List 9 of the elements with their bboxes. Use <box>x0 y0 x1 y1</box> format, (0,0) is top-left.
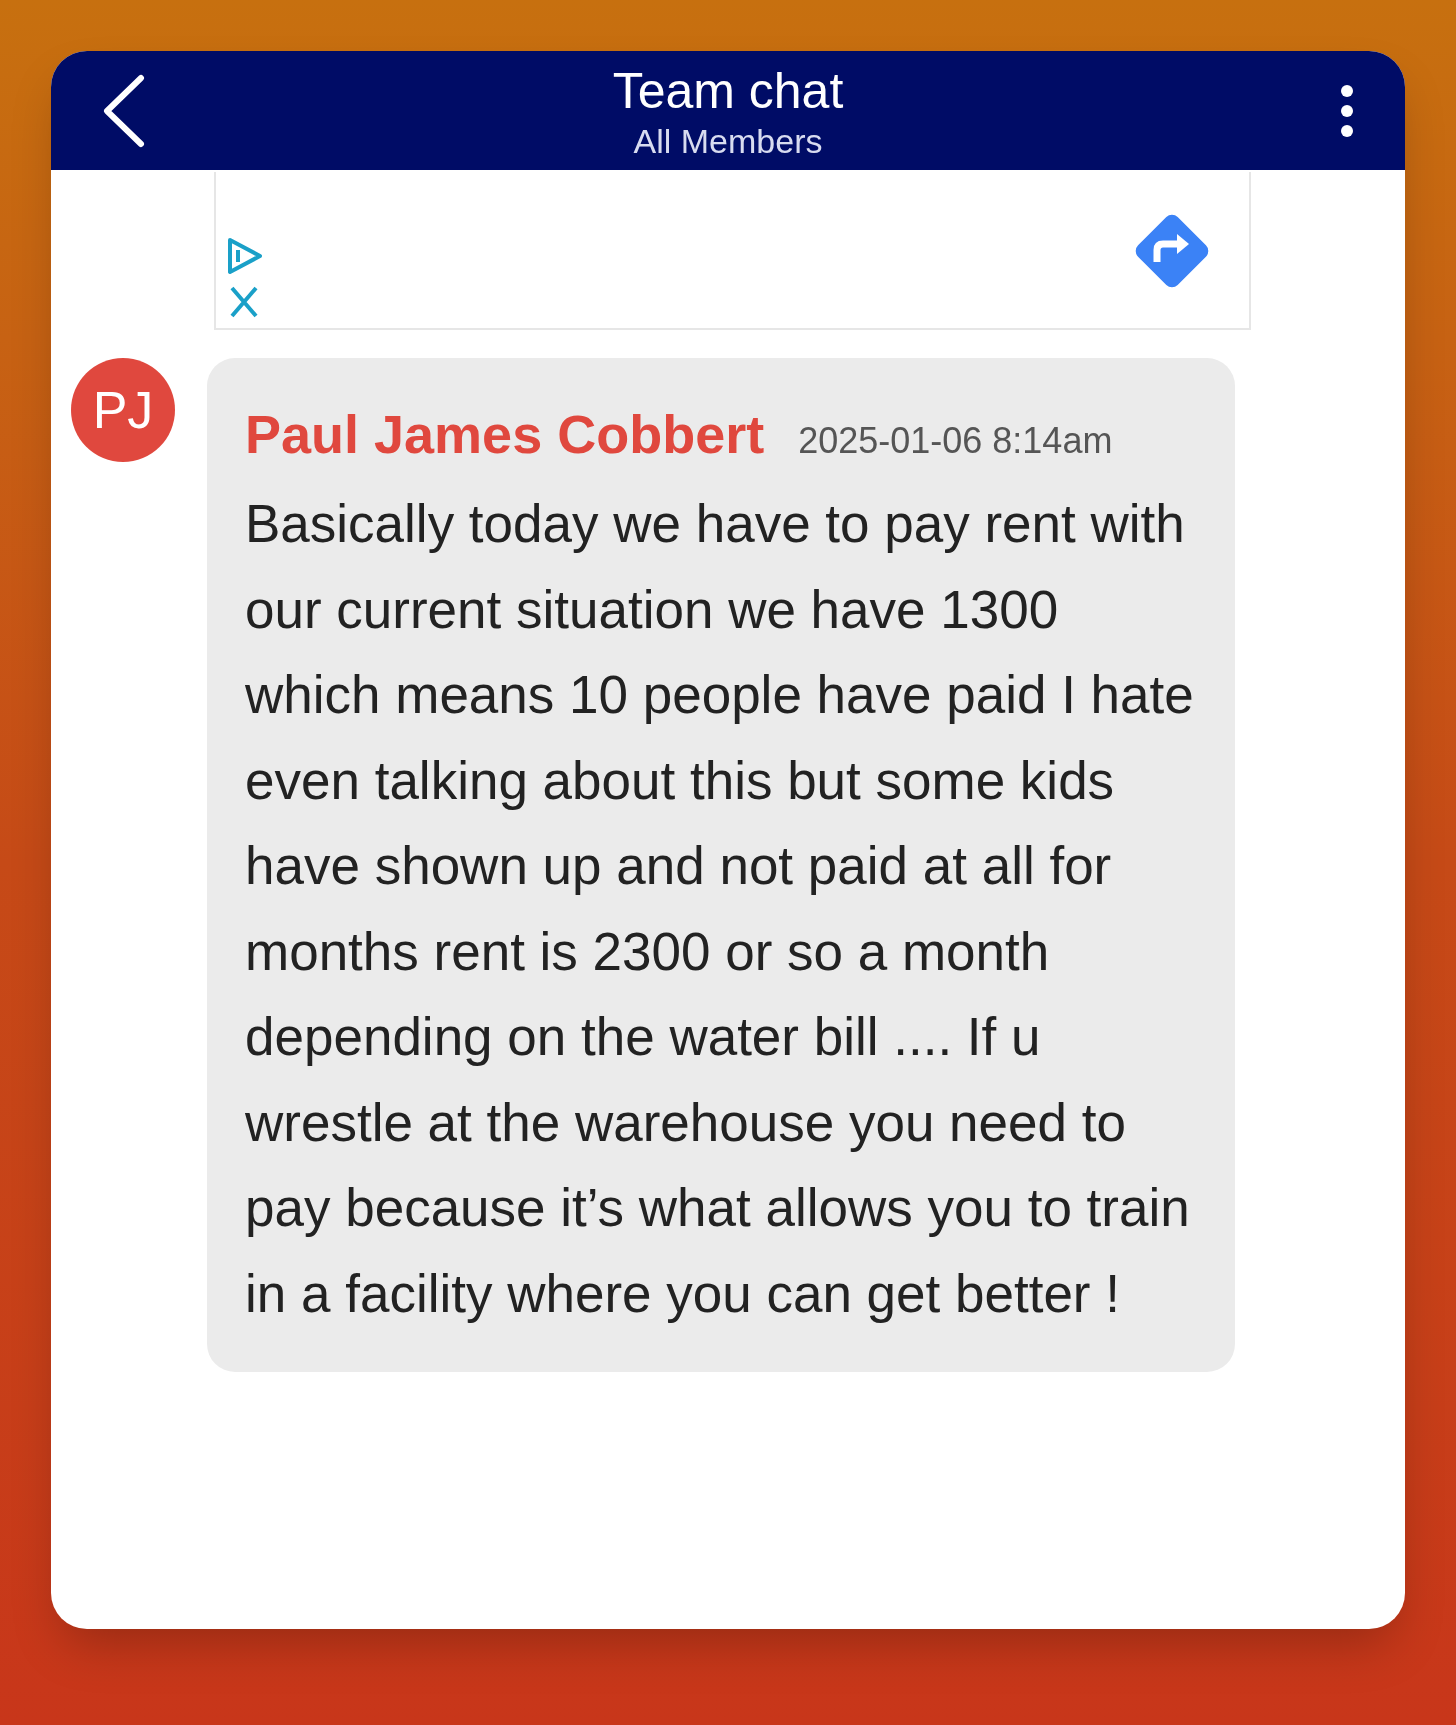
chat-title: Team chat <box>612 61 844 121</box>
back-icon <box>101 73 145 148</box>
message-time: 2025-01-06 8:14am <box>798 419 1113 463</box>
avatar: PJ <box>71 358 175 462</box>
author-name[interactable]: Paul James Cobbert <box>245 394 765 475</box>
message-text: Basically today we have to pay rent with our current situation we have 1300 which means 10 people have paid I hate even talking about this but some kids have shown up and not paid at all for months rent is 2300 or so a month depending on the water bill .... If u wrestle at the warehouse you need to pay because it’s what allows you to train in a facility where you can get better ! <box>245 493 1195 1325</box>
ad-banner[interactable] <box>214 172 1251 330</box>
more-icon <box>1339 82 1355 139</box>
chat-subtitle: All Members <box>633 120 823 161</box>
